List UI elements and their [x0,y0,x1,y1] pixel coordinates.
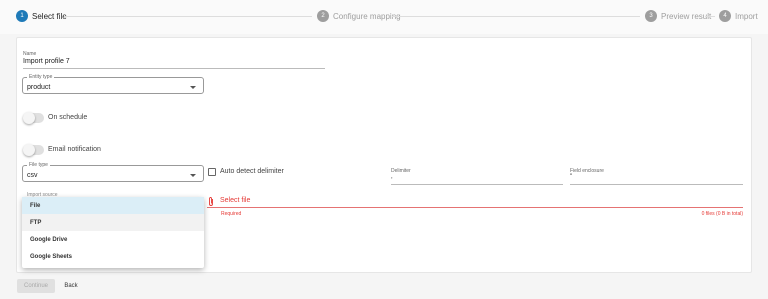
paperclip-icon [209,197,213,206]
step-label: Import [735,11,758,21]
field-enclosure-label: Field enclosure [570,168,604,174]
file-type-select[interactable]: File type csv [22,162,204,182]
step-connector [392,16,640,17]
email-notification-label: Email notification [48,146,101,153]
step-select-file[interactable]: 1 Select file [16,10,67,22]
chevron-down-icon [190,174,196,177]
step-configure-mapping[interactable]: 2 Configure mapping [317,10,401,22]
select-file-input[interactable]: Select file [220,197,250,204]
stepper: 1 Select file 2 Configure mapping 3 Prev… [0,0,768,34]
chevron-down-icon [190,86,196,89]
entity-type-label: Entity type [27,74,55,80]
step-label: Configure mapping [333,11,401,21]
step-connector [705,16,715,17]
auto-detect-delimiter-label: Auto detect delimiter [220,168,284,175]
back-button[interactable]: Back [60,279,82,293]
auto-detect-delimiter-checkbox[interactable] [208,168,216,176]
delimiter-label: Delimiter [391,168,411,174]
step-number: 1 [16,10,28,22]
import-source-menu: File FTP Google Drive Google Sheets [22,197,204,268]
menu-item-google-drive[interactable]: Google Drive [22,231,204,248]
step-connector [64,16,312,17]
entity-type-select[interactable]: Entity type product [22,74,204,94]
field-enclosure-underline [570,184,743,185]
step-label: Preview result [661,11,712,21]
name-underline [23,68,325,69]
continue-button[interactable]: Continue [17,279,55,293]
select-file-underline [207,207,743,208]
menu-item-file[interactable]: File [22,197,204,214]
step-number: 3 [645,10,657,22]
menu-item-google-sheets[interactable]: Google Sheets [22,248,204,265]
step-preview-result[interactable]: 3 Preview result [645,10,711,22]
field-enclosure-input[interactable]: " [570,174,572,180]
delimiter-underline [391,184,563,185]
toggle-knob [23,144,35,156]
on-schedule-label: On schedule [48,114,88,121]
name-input[interactable]: Import profile 7 [23,58,70,65]
file-type-value: csv [27,172,38,179]
name-label: Name [23,51,37,57]
toggle-knob [23,112,35,124]
step-number: 4 [719,10,731,22]
step-number: 2 [317,10,329,22]
step-import[interactable]: 4 Import [719,10,758,22]
menu-item-ftp[interactable]: FTP [22,214,204,231]
required-error: Required [221,211,242,217]
files-count: 0 files (0 B in total) [701,211,743,217]
email-notification-toggle[interactable] [23,144,44,156]
file-type-label: File type [27,162,50,168]
entity-type-value: product [27,84,51,91]
step-label: Select file [32,11,67,21]
on-schedule-toggle[interactable] [23,112,44,124]
delimiter-input[interactable]: , [391,174,393,180]
